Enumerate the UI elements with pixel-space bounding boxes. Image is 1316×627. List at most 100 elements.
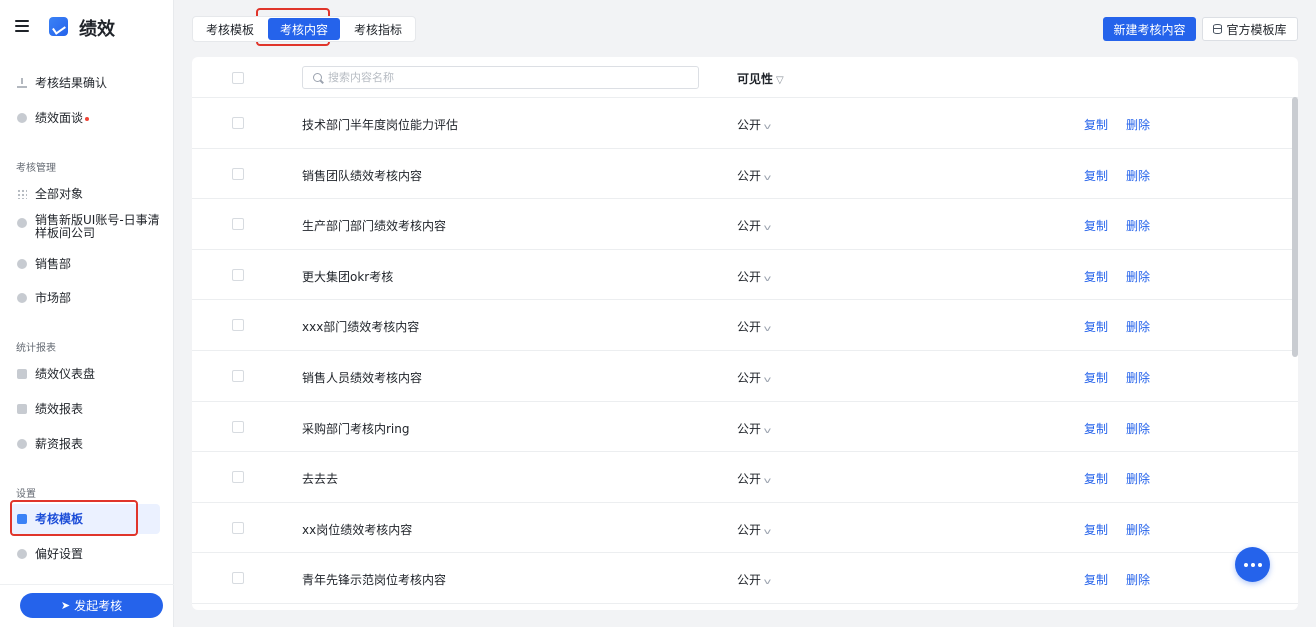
official-library-button[interactable]: 官方模板库 [1202, 17, 1298, 41]
copy-link[interactable]: 复制 [1084, 167, 1108, 184]
copy-link[interactable]: 复制 [1084, 116, 1108, 133]
content-name[interactable]: 销售人员绩效考核内容 [302, 369, 422, 386]
content-name[interactable]: 更大集团okr考核 [302, 268, 393, 285]
more-dot [1243, 562, 1248, 567]
content-table: 可见性▽ 技术部门半年度岗位能力评估公开v复制删除销售团队绩效考核内容公开v复制… [192, 57, 1298, 610]
chevron-down-icon: v [763, 324, 772, 334]
row-checkbox[interactable] [232, 572, 244, 585]
copy-link[interactable]: 复制 [1084, 318, 1108, 335]
delete-link[interactable]: 删除 [1126, 116, 1150, 133]
shield-icon [17, 218, 27, 228]
row-checkbox[interactable] [232, 218, 244, 231]
visibility-dropdown[interactable]: 公开 v [737, 470, 771, 487]
sidebar-item-sales-dept[interactable]: 销售部 [10, 249, 160, 279]
app-title: 绩效 [79, 19, 115, 40]
content-name[interactable]: 去去去 [302, 470, 338, 487]
content-name[interactable]: 生产部门部门绩效考核内容 [302, 217, 446, 234]
visibility-dropdown[interactable]: 公开 v [737, 268, 771, 285]
select-all-checkbox[interactable] [232, 72, 244, 84]
content-name[interactable]: xx岗位绩效考核内容 [302, 521, 412, 538]
visibility-dropdown[interactable]: 公开 v [737, 318, 772, 335]
tab-review-template[interactable]: 考核模板 [194, 18, 266, 40]
content-name[interactable]: 技术部门半年度岗位能力评估 [302, 116, 458, 133]
sidebar-item-company[interactable]: 销售新版UI账号-日事清样板间公司 [10, 212, 160, 246]
new-content-label: 新建考核内容 [1113, 22, 1186, 37]
visibility-dropdown[interactable]: 公开 v [737, 116, 771, 133]
delete-link[interactable]: 删除 [1126, 217, 1150, 234]
content-name[interactable]: 青年先锋示范岗位考核内容 [302, 571, 446, 588]
visibility-dropdown[interactable]: 公开 v [737, 217, 771, 234]
menu-icon[interactable] [15, 20, 29, 32]
new-content-button[interactable]: 新建考核内容 [1103, 17, 1196, 41]
scrollbar[interactable] [1292, 97, 1298, 357]
copy-link[interactable]: 复制 [1084, 470, 1108, 487]
chat-icon [17, 113, 27, 123]
visibility-dropdown[interactable]: 公开 v [737, 369, 772, 386]
visibility-dropdown[interactable]: 公开 v [737, 420, 771, 437]
sidebar-item-preferences[interactable]: 偏好设置 [10, 539, 160, 569]
row-checkbox[interactable] [232, 370, 244, 382]
sidebar-item-salary-report[interactable]: 薪资报表 [10, 429, 160, 459]
copy-link[interactable]: 复制 [1084, 521, 1108, 538]
content-name[interactable]: 采购部门考核内ring [302, 420, 410, 437]
sidebar-item-label: 薪资报表 [35, 436, 84, 451]
sidebar-item-label: 市场部 [35, 290, 72, 305]
row-checkbox[interactable] [232, 268, 244, 281]
more-actions-button[interactable] [1235, 547, 1270, 582]
chevron-down-icon: v [763, 375, 772, 384]
row-checkbox[interactable] [232, 420, 244, 433]
delete-link[interactable]: 删除 [1126, 167, 1150, 184]
search-box[interactable] [302, 66, 699, 89]
copy-link[interactable]: 复制 [1084, 369, 1108, 386]
sidebar-item-market-dept[interactable]: 市场部 [10, 283, 160, 313]
table-row: 销售团队绩效考核内容 公开 v 复制 删除 [192, 149, 1298, 200]
chevron-down-icon: v [763, 577, 772, 587]
delete-link[interactable]: 删除 [1126, 318, 1150, 335]
sidebar-item-label: 考核结果确认 [35, 75, 108, 90]
visibility-value: 公开 [737, 118, 762, 132]
tab-review-content[interactable]: 考核内容 [268, 18, 341, 40]
row-checkbox[interactable] [232, 521, 244, 534]
copy-link[interactable]: 复制 [1084, 268, 1108, 285]
row-checkbox[interactable] [232, 117, 244, 129]
copy-link[interactable]: 复制 [1084, 571, 1108, 588]
chevron-down-icon: v [763, 172, 772, 182]
copy-link[interactable]: 复制 [1084, 420, 1108, 437]
tab-review-indicator[interactable]: 考核指标 [342, 18, 414, 40]
more-dot [1250, 562, 1255, 567]
sidebar-item-report[interactable]: 绩效报表 [10, 394, 160, 424]
download-icon [17, 78, 27, 88]
sidebar-item-result-confirm[interactable]: 考核结果确认 [10, 68, 160, 98]
delete-link[interactable]: 删除 [1126, 420, 1150, 437]
sidebar-item-label: 考核模板 [35, 511, 84, 526]
visibility-dropdown[interactable]: 公开 v [737, 571, 772, 588]
section-title-manage: 考核管理 [16, 163, 56, 174]
row-checkbox[interactable] [232, 471, 244, 484]
copy-link[interactable]: 复制 [1084, 217, 1108, 234]
content-name[interactable]: xxx部门绩效考核内容 [302, 318, 419, 335]
table-row: 技术部门半年度岗位能力评估 公开 v 复制 删除 [192, 98, 1298, 149]
delete-link[interactable]: 删除 [1126, 521, 1150, 538]
filter-icon[interactable]: ▽ [776, 75, 784, 86]
delete-link[interactable]: 删除 [1126, 571, 1150, 588]
visibility-dropdown[interactable]: 公开 v [737, 167, 772, 184]
visibility-dropdown[interactable]: 公开 v [737, 521, 771, 538]
settings-icon [17, 549, 27, 559]
more-dot [1257, 562, 1262, 567]
search-input[interactable] [328, 71, 688, 84]
delete-link[interactable]: 删除 [1126, 268, 1150, 285]
launch-review-button[interactable]: ➤ 发起考核 [20, 593, 163, 618]
row-checkbox[interactable] [232, 167, 244, 180]
sidebar-item-all-objects[interactable]: 全部对象 [10, 179, 160, 209]
content-name[interactable]: 销售团队绩效考核内容 [302, 167, 422, 184]
delete-link[interactable]: 删除 [1126, 369, 1150, 386]
visibility-value: 公开 [737, 168, 762, 183]
visibility-value: 公开 [737, 371, 762, 385]
delete-link[interactable]: 删除 [1126, 470, 1150, 487]
sidebar-item-dashboard[interactable]: 绩效仪表盘 [10, 359, 160, 389]
sidebar-item-label: 绩效面谈 [35, 110, 84, 125]
sidebar-item-interview[interactable]: 绩效面谈 [10, 103, 160, 133]
sidebar-item-template[interactable]: 考核模板 [10, 504, 160, 534]
section-title-settings: 设置 [16, 489, 36, 500]
row-checkbox[interactable] [232, 319, 244, 332]
